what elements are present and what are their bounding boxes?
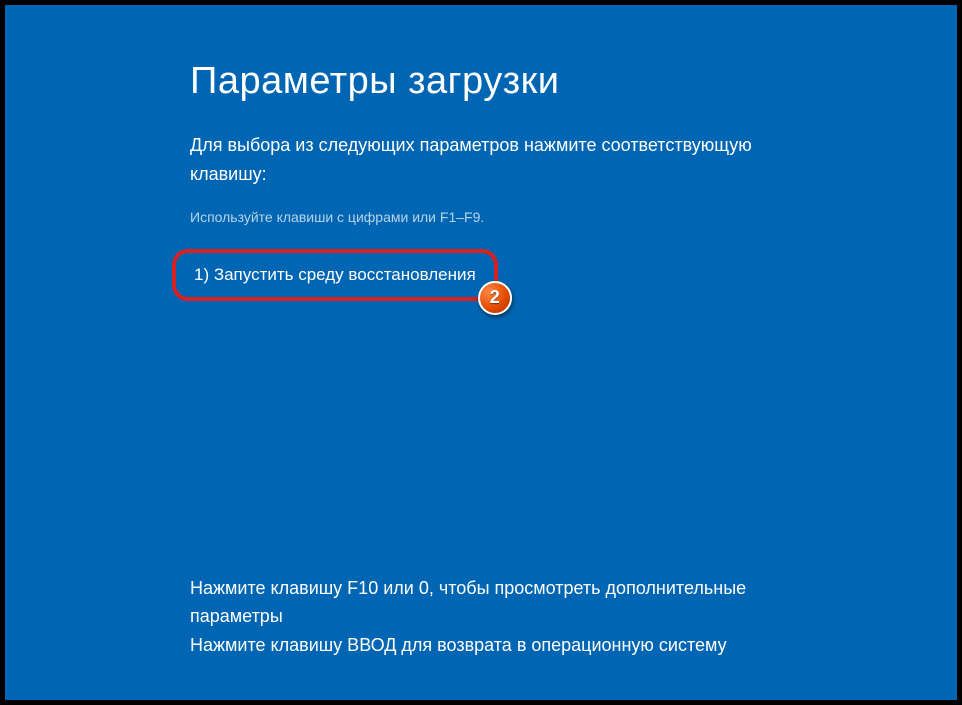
- option-recovery-environment[interactable]: 1) Запустить среду восстановления: [194, 265, 476, 284]
- footer-f10-instruction: Нажмите клавишу F10 или 0, чтобы просмот…: [190, 574, 830, 632]
- startup-settings-screen: Параметры загрузки Для выбора из следующ…: [20, 20, 942, 685]
- main-content: Параметры загрузки Для выбора из следующ…: [20, 20, 942, 301]
- annotation-step-badge: 2: [478, 281, 512, 315]
- hint-text: Используйте клавиши с цифрами или F1–F9.: [190, 209, 942, 225]
- instruction-text: Для выбора из следующих параметров нажми…: [190, 131, 790, 189]
- page-title: Параметры загрузки: [190, 60, 942, 103]
- highlighted-option: 1) Запустить среду восстановления 2: [172, 249, 498, 301]
- footer-instructions: Нажмите клавишу F10 или 0, чтобы просмот…: [190, 574, 830, 660]
- step-number: 2: [490, 287, 500, 308]
- footer-enter-instruction: Нажмите клавишу ВВОД для возврата в опер…: [190, 631, 830, 660]
- window-frame: Параметры загрузки Для выбора из следующ…: [3, 3, 959, 702]
